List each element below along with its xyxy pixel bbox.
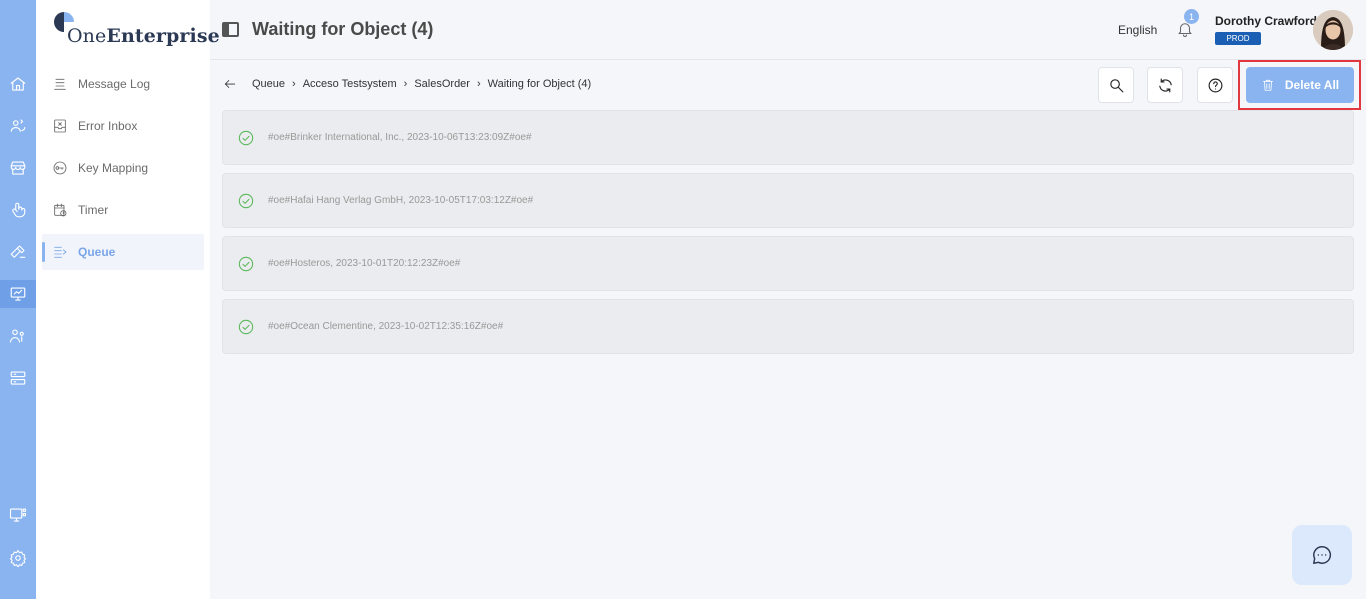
chevron-right-icon: › (292, 78, 296, 90)
queue-item-text: #oe#Brinker International, Inc., 2023-10… (268, 132, 532, 143)
panel-toggle-icon[interactable] (222, 22, 239, 37)
queue-list-item[interactable]: #oe#Brinker International, Inc., 2023-10… (222, 110, 1354, 165)
header: Waiting for Object (4) English 1 Dorothy… (210, 0, 1366, 60)
sidemenu-item-label: Queue (78, 245, 116, 259)
queue-item-text: #oe#Hafai Hang Verlag GmbH, 2023-10-05T1… (268, 195, 534, 206)
sidemenu-item-key-mapping[interactable]: Key Mapping (42, 150, 204, 186)
hammer-icon[interactable] (8, 242, 28, 262)
breadcrumb-item[interactable]: SalesOrder (414, 78, 470, 90)
avatar[interactable] (1313, 10, 1353, 50)
user-name[interactable]: Dorothy Crawford (1215, 14, 1317, 28)
back-arrow-icon[interactable] (223, 77, 239, 93)
key-icon (51, 159, 69, 177)
people-tie-icon[interactable] (8, 326, 28, 346)
sidemenu-item-label: Key Mapping (78, 161, 149, 175)
list-icon (51, 75, 69, 93)
chat-icon (1313, 546, 1332, 564)
help-button[interactable] (1197, 67, 1233, 103)
users-sync-icon[interactable] (8, 116, 28, 136)
sidemenu-item-label: Timer (78, 203, 109, 217)
icon-rail (0, 0, 36, 599)
refresh-icon (1158, 78, 1172, 92)
refresh-button[interactable] (1147, 67, 1183, 103)
sidemenu-item-queue[interactable]: Queue (42, 234, 204, 270)
queue-item-text: #oe#Ocean Clementine, 2023-10-02T12:35:1… (268, 321, 504, 332)
breadcrumb-current: Waiting for Object (4) (487, 78, 592, 90)
touch-icon[interactable] (8, 200, 28, 220)
queue-list-item[interactable]: #oe#Hosteros, 2023-10-01T20:12:23Z#oe# (222, 236, 1354, 291)
check-circle-icon (238, 319, 254, 335)
gear-icon[interactable] (8, 548, 28, 568)
sidemenu-item-error-inbox[interactable]: Error Inbox (42, 108, 204, 144)
monitor-grid-icon[interactable] (8, 505, 28, 525)
notification-count-badge: 1 (1184, 9, 1199, 24)
check-circle-icon (238, 130, 254, 146)
delete-all-label: Delete All (1284, 78, 1340, 92)
logo[interactable]: OneEnterprise (52, 8, 220, 48)
home-icon[interactable] (8, 74, 28, 94)
chevron-right-icon: › (403, 78, 408, 90)
sidemenu-item-label: Error Inbox (78, 119, 138, 133)
store-icon[interactable] (8, 158, 28, 178)
queue-icon (51, 243, 69, 261)
sidemenu-item-message-log[interactable]: Message Log (42, 66, 204, 102)
environment-badge: PROD (1215, 32, 1261, 45)
logo-text: OneEnterprise (67, 25, 220, 47)
inbox-error-icon (51, 117, 69, 135)
check-circle-icon (238, 256, 254, 272)
help-icon (1208, 78, 1222, 92)
chevron-right-icon: › (476, 78, 481, 90)
side-menu: OneEnterprise Message Log Error Inbox Ke… (36, 0, 220, 599)
server-icon[interactable] (8, 368, 28, 388)
sidemenu-item-timer[interactable]: Timer (42, 192, 204, 228)
sidemenu-item-label: Message Log (78, 77, 151, 91)
calendar-clock-icon (51, 201, 69, 219)
breadcrumb-item[interactable]: Queue (252, 78, 285, 90)
queue-list-item[interactable]: #oe#Hafai Hang Verlag GmbH, 2023-10-05T1… (222, 173, 1354, 228)
queue-list-item[interactable]: #oe#Ocean Clementine, 2023-10-02T12:35:1… (222, 299, 1354, 354)
trash-icon (1262, 79, 1273, 91)
page-title: Waiting for Object (4) (252, 19, 434, 39)
breadcrumb: Queue › Acceso Testsystem › SalesOrder ›… (252, 78, 591, 90)
monitor-chart-icon[interactable] (0, 280, 36, 308)
queue-item-text: #oe#Hosteros, 2023-10-01T20:12:23Z#oe# (268, 258, 461, 269)
check-circle-icon (238, 193, 254, 209)
chat-button[interactable] (1292, 525, 1352, 585)
language-selector[interactable]: English (1118, 23, 1157, 37)
search-button[interactable] (1098, 67, 1134, 103)
delete-all-button[interactable]: Delete All (1246, 67, 1354, 103)
search-icon (1109, 78, 1123, 92)
breadcrumb-item[interactable]: Acceso Testsystem (303, 78, 397, 90)
